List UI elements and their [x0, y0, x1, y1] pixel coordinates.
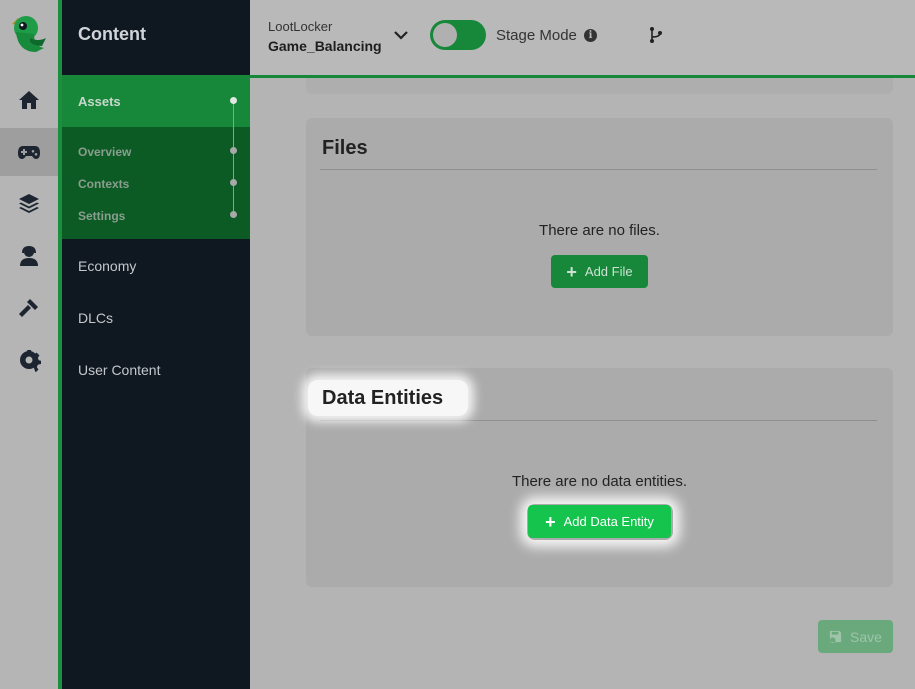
card-divider [320, 420, 877, 421]
content-subnav: Content Assets Overview Contexts Setting… [62, 0, 250, 689]
submenu-dot [230, 179, 237, 186]
files-card-title: Files [322, 137, 368, 159]
submenu-dot [230, 211, 237, 218]
stage-mode-label: Stage Mode [496, 27, 577, 44]
nav-assets-label: Assets [78, 94, 121, 109]
rail-settings[interactable] [0, 336, 58, 384]
save-button[interactable]: Save [818, 620, 893, 653]
nav-economy[interactable]: Economy [78, 258, 136, 274]
branch-icon[interactable] [648, 26, 664, 44]
home-icon [19, 91, 39, 109]
plus-icon: + [545, 511, 556, 532]
files-empty-text: There are no files. [539, 222, 660, 239]
game-name[interactable]: Game_Balancing [268, 38, 382, 54]
nav-overview[interactable]: Overview [78, 145, 131, 159]
add-data-entity-button[interactable]: + Add Data Entity [528, 505, 671, 538]
rail-tools[interactable] [0, 284, 58, 332]
add-file-button[interactable]: + Add File [551, 255, 648, 288]
submenu-dot [230, 147, 237, 154]
data-entities-card-title: Data Entities [322, 387, 444, 409]
icon-rail [0, 0, 60, 689]
nav-assets[interactable]: Assets [62, 75, 250, 127]
data-entities-empty-text: There are no data entities. [511, 473, 688, 490]
org-name: LootLocker [268, 19, 333, 34]
rail-layers[interactable] [0, 180, 58, 228]
submenu-dot [230, 97, 237, 104]
save-label: Save [850, 628, 882, 645]
nav-contexts[interactable]: Contexts [78, 177, 129, 191]
top-header: LootLocker Game_Balancing Stage Mode i [250, 0, 915, 75]
section-title: Content [78, 24, 146, 44]
gamepad-icon [18, 146, 40, 159]
stage-mode-toggle[interactable] [430, 20, 486, 50]
players-icon [20, 246, 38, 266]
nav-user-content[interactable]: User Content [78, 362, 160, 378]
nav-dlcs[interactable]: DLCs [78, 310, 113, 326]
card-divider [320, 169, 877, 170]
floppy-disk-icon [829, 630, 842, 643]
previous-card-edge [306, 78, 893, 94]
hammer-icon [19, 299, 38, 317]
add-file-label: Add File [584, 264, 633, 279]
layers-icon [19, 194, 39, 213]
add-data-entity-label: Add Data Entity [563, 514, 654, 529]
files-card: Files There are no files. + Add File [306, 118, 893, 336]
info-icon[interactable]: i [584, 29, 597, 42]
rail-home[interactable] [0, 76, 58, 124]
rail-players[interactable] [0, 232, 58, 280]
plus-icon: + [566, 261, 577, 282]
chevron-down-icon[interactable] [393, 27, 409, 43]
submenu-track-line [233, 100, 234, 216]
nav-settings[interactable]: Settings [78, 209, 125, 223]
gear-icon [20, 350, 41, 372]
rail-content[interactable] [0, 128, 58, 176]
assets-submenu: Overview Contexts Settings [62, 127, 250, 239]
parrot-logo[interactable] [8, 12, 48, 56]
toggle-knob [433, 23, 457, 47]
